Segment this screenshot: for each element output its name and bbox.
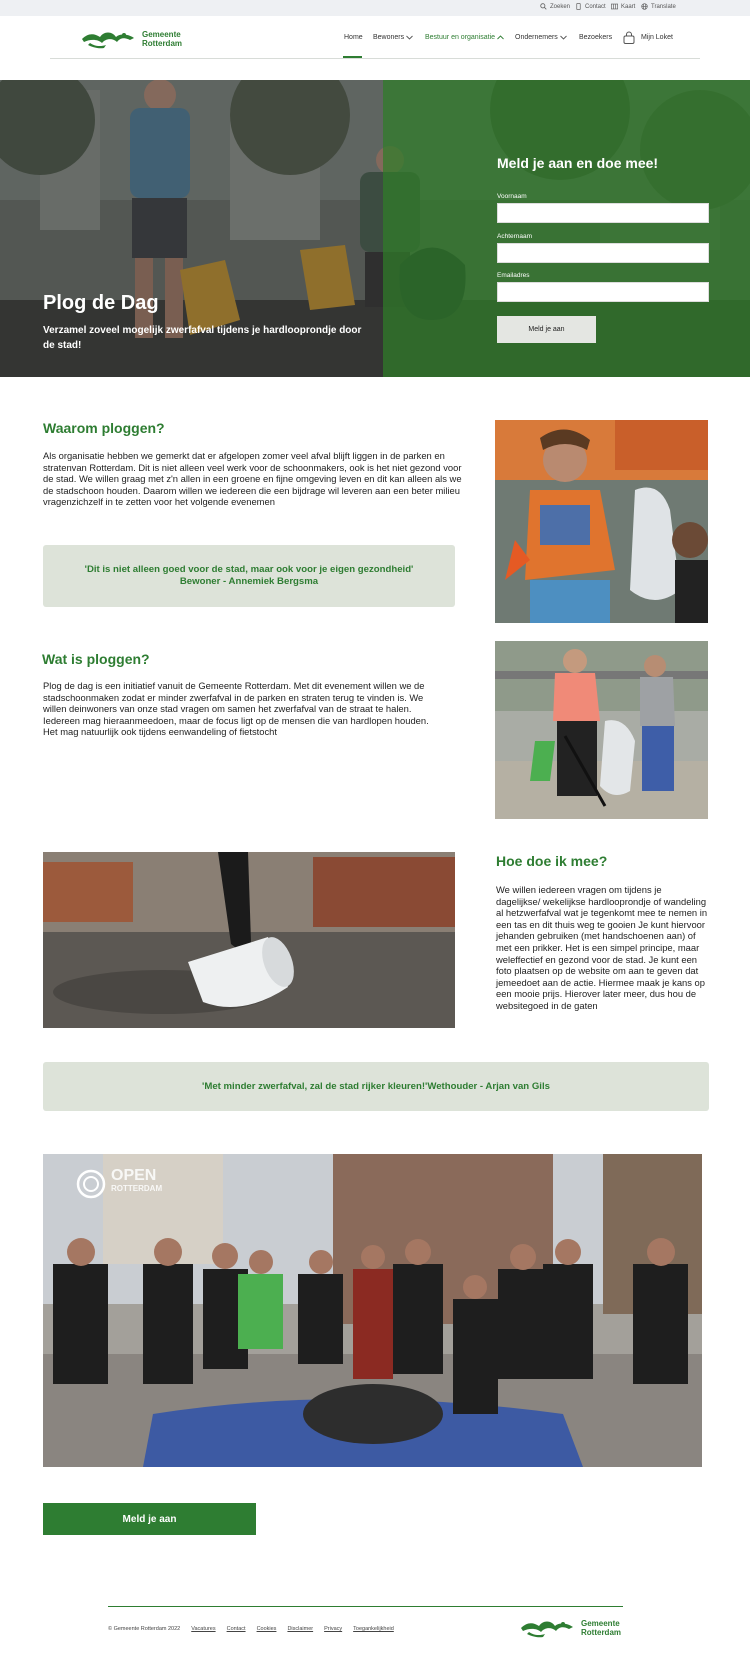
chevron-up-icon: [497, 35, 504, 40]
footer-link-disclaimer[interactable]: Disclaimer: [287, 1626, 313, 1632]
watermark-line1: OPEN: [111, 1167, 157, 1184]
utility-search-link[interactable]: Zoeken: [540, 3, 570, 10]
utility-contact-label: Contact: [585, 3, 606, 10]
open-rotterdam-watermark: OPEN ROTTERDAM: [111, 1168, 162, 1194]
quote-alderman: 'Met minder zwerfafval, zal de stad rijk…: [43, 1062, 709, 1111]
utility-map-link[interactable]: Kaart: [611, 3, 635, 10]
quote-resident-author: Bewoner - Annemiek Bergsma: [179, 576, 319, 587]
signup-submit-button[interactable]: Meld je aan: [497, 316, 596, 343]
quote-alderman-text: 'Met minder zwerfafval, zal de stad rijk…: [202, 1080, 550, 1092]
hero-title: Plog de Dag: [43, 292, 159, 314]
lock-icon: [623, 31, 635, 44]
boy-with-trash-bag-photo: [495, 420, 708, 623]
signup-cta-button[interactable]: Meld je aan: [43, 1503, 256, 1535]
utility-translate-label: Translate: [651, 3, 676, 10]
nav-governance-label: Bestuur en organisatie: [425, 34, 496, 41]
footer-logo-line2: Rotterdam: [581, 1628, 622, 1637]
utility-bar: Zoeken Contact Kaart Translate: [0, 0, 750, 16]
last-name-label: Achternaam: [497, 233, 533, 240]
utility-contact-link[interactable]: Contact: [575, 3, 606, 10]
logo-line2: Rotterdam: [142, 39, 183, 48]
logo-line1: Gemeente: [142, 30, 181, 39]
first-name-label: Voornaam: [497, 193, 527, 200]
nav-home[interactable]: Home: [344, 34, 363, 41]
women-plogging-photo: [495, 641, 708, 819]
rotterdam-lion-logo-icon: [82, 32, 134, 49]
footer-logo-line1: Gemeente: [581, 1619, 620, 1628]
phone-icon: [576, 3, 581, 10]
chevron-down-icon: [406, 35, 413, 40]
nav-home-label: Home: [344, 34, 363, 41]
what-section-title: Wat is ploggen?: [42, 651, 150, 667]
rotterdam-lion-logo-icon: [521, 1621, 573, 1638]
footer-logo[interactable]: Gemeente Rotterdam: [519, 1618, 621, 1638]
globe-icon: [641, 3, 648, 10]
hero-subtitle: Verzamel zoveel mogelijk zwerfafval tijd…: [43, 325, 362, 351]
utility-translate-link[interactable]: Translate: [641, 3, 676, 10]
footer-divider: [108, 1606, 623, 1607]
group-photo-video[interactable]: OPEN ROTTERDAM: [43, 1154, 702, 1467]
footer-link-vacancies[interactable]: Vacatures: [191, 1626, 215, 1632]
map-icon: [611, 3, 618, 10]
footer-link-privacy[interactable]: Privacy: [324, 1626, 342, 1632]
nav-residents-label: Bewoners: [373, 34, 405, 41]
nav-my-portal[interactable]: Mijn Loket: [623, 31, 673, 44]
quote-resident-text: 'Dit is niet alleen goed voor de stad, m…: [84, 564, 414, 575]
footer-link-accessibility[interactable]: Toegankelijkheid: [353, 1626, 394, 1632]
footer-links: © Gemeente Rotterdam 2022 Vacatures Cont…: [108, 1626, 394, 1632]
footer-link-cookies[interactable]: Cookies: [257, 1626, 277, 1632]
footer-link-contact[interactable]: Contact: [227, 1626, 246, 1632]
nav-entrepreneurs[interactable]: Ondernemers: [515, 34, 567, 41]
email-field[interactable]: [497, 282, 709, 302]
nav-visitors-label: Bezoekers: [579, 34, 613, 41]
utility-map-label: Kaart: [621, 3, 636, 10]
header-divider: [50, 58, 700, 59]
quote-resident: 'Dit is niet alleen goed voor de stad, m…: [43, 545, 455, 607]
email-label: Emailadres: [497, 272, 530, 279]
nav-governance[interactable]: Bestuur en organisatie: [425, 34, 504, 41]
watermark-line2: ROTTERDAM: [111, 1184, 163, 1193]
last-name-field[interactable]: [497, 243, 709, 263]
why-section-body: Als organisatie hebben we gemerkt dat er…: [43, 450, 462, 508]
search-icon: [540, 3, 547, 10]
hero-banner: Plog de Dag Verzamel zoveel mogelijk zwe…: [0, 80, 750, 377]
signup-form-title: Meld je aan en doe mee!: [497, 155, 659, 171]
nav-my-portal-label: Mijn Loket: [641, 34, 673, 41]
footer-copyright: © Gemeente Rotterdam 2022: [108, 1626, 181, 1632]
how-section-body: We willen iedereen vragen om tijdens je …: [496, 884, 708, 1011]
site-logo[interactable]: Gemeente Rotterdam: [80, 29, 182, 49]
what-section-body: Plog de dag is een initiatief vanuit de …: [43, 680, 429, 738]
utility-search-label: Zoeken: [550, 3, 571, 10]
chevron-down-icon: [559, 35, 567, 40]
nav-entrepreneurs-label: Ondernemers: [515, 34, 558, 41]
first-name-field[interactable]: [497, 203, 709, 223]
nav-residents[interactable]: Bewoners: [373, 34, 413, 41]
why-section-title: Waarom ploggen?: [43, 420, 165, 436]
how-section-title: Hoe doe ik mee?: [496, 853, 608, 869]
nav-visitors[interactable]: Bezoekers: [579, 34, 612, 41]
plastic-cup-litter-photo: [43, 852, 455, 1028]
